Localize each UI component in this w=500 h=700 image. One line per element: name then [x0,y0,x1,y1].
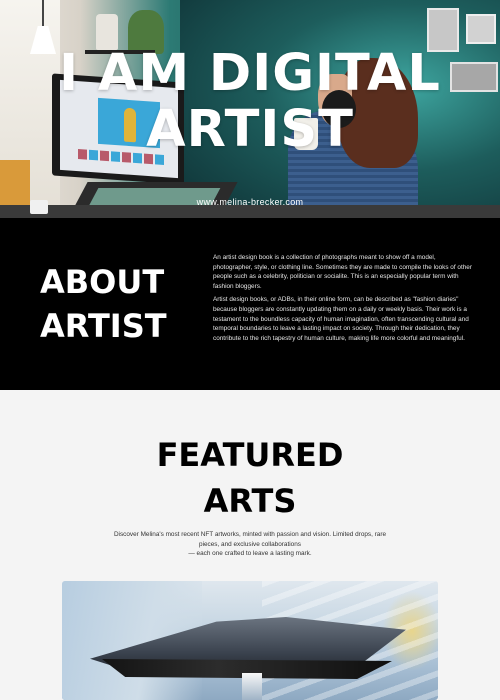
hero-section: I AM DIGITAL ARTIST www.melina-brecker.c… [0,0,500,218]
hero-title: I AM DIGITAL ARTIST [59,44,441,159]
featured-description-line: — each one crafted to leave a lasting ma… [188,550,312,558]
lamp-cord [42,0,44,26]
wall-frame [466,14,496,44]
light-beam [242,673,262,700]
about-text: An artist design book is a collection of… [213,253,475,347]
featured-description: Discover Melina's most recent NFT artwor… [110,530,390,559]
featured-title: FEATURED ARTS [0,432,500,524]
featured-description-line: Discover Melina's most recent NFT artwor… [113,531,387,548]
about-paragraph: An artist design book is a collection of… [213,254,472,290]
featured-section: FEATURED ARTS Discover Melina's most rec… [0,390,500,700]
website-link[interactable]: www.melina-brecker.com [0,197,500,207]
about-section: ABOUT ARTIST An artist design book is a … [0,218,500,390]
about-paragraph: Artist design books, or ADBs, in their o… [213,296,469,342]
artwork-card[interactable] [62,581,438,700]
about-title: ABOUT ARTIST [40,263,167,345]
featured-title-text: FEATURED ARTS [156,436,344,520]
